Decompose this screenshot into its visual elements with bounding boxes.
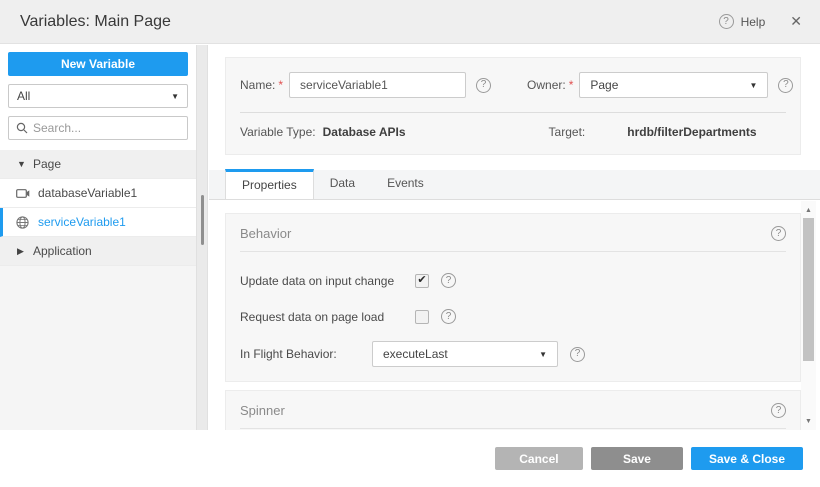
tab-data[interactable]: Data <box>314 169 371 199</box>
tree-item-label: databaseVariable1 <box>38 186 137 200</box>
tree-item-databaseVariable1[interactable]: databaseVariable1 <box>0 179 196 208</box>
content-scrollbar[interactable]: ▲ ▼ <box>801 201 816 430</box>
tab-properties[interactable]: Properties <box>225 169 314 199</box>
variable-tree: ▼ Page databaseVariable1 serviceVariable… <box>0 150 196 266</box>
tree-node-label: Page <box>33 157 61 171</box>
spinner-divider <box>240 428 786 429</box>
search-icon <box>16 122 28 134</box>
variable-editor: Name: * ? Owner: * Page ▼ ? Variable Typ… <box>209 45 820 430</box>
chevron-down-icon: ▼ <box>171 92 179 101</box>
sidebar-scrollbar[interactable] <box>196 45 208 430</box>
service-variable-icon <box>16 216 38 229</box>
target-value: hrdb/filterDepartments <box>627 125 756 139</box>
close-icon[interactable]: ✕ <box>790 13 802 30</box>
spinner-section: Spinner ? <box>225 390 801 430</box>
variable-filter-value: All <box>17 89 30 103</box>
behavior-help-icon[interactable]: ? <box>771 226 786 241</box>
request-data-help-icon[interactable]: ? <box>441 309 456 324</box>
database-variable-icon <box>16 188 38 199</box>
spinner-help-icon[interactable]: ? <box>771 403 786 418</box>
chevron-down-icon: ▼ <box>539 350 547 359</box>
in-flight-select[interactable]: executeLast ▼ <box>372 341 558 367</box>
dialog-header: Variables: Main Page ? Help ✕ <box>0 0 820 44</box>
owner-group: Owner: * Page ▼ <box>527 72 768 98</box>
request-data-label: Request data on page load <box>240 310 415 324</box>
search-input[interactable] <box>33 121 180 135</box>
spinner-section-header: Spinner ? <box>226 391 800 418</box>
scroll-down-icon[interactable]: ▼ <box>801 414 816 428</box>
cancel-button[interactable]: Cancel <box>495 447 583 470</box>
target-label: Target: <box>549 125 586 139</box>
variable-summary-card: Name: * ? Owner: * Page ▼ ? Variable Typ… <box>225 57 801 155</box>
update-data-checkbox[interactable]: ✔ <box>415 274 429 288</box>
scroll-up-icon[interactable]: ▲ <box>801 203 816 217</box>
tab-events[interactable]: Events <box>371 169 440 199</box>
in-flight-row: In Flight Behavior: executeLast ▼ ? <box>226 341 800 367</box>
chevron-down-icon: ▼ <box>749 81 757 90</box>
tree-item-label: serviceVariable1 <box>38 215 126 229</box>
caret-right-icon[interactable]: ▶ <box>17 246 33 257</box>
name-label: Name: <box>240 78 275 92</box>
name-owner-row: Name: * ? Owner: * Page ▼ ? <box>226 58 800 98</box>
owner-select[interactable]: Page ▼ <box>579 72 768 98</box>
variables-dialog: Variables: Main Page ? Help ✕ New Variab… <box>0 0 820 487</box>
behavior-section-header: Behavior ? <box>226 214 800 241</box>
update-data-help-icon[interactable]: ? <box>441 273 456 288</box>
content-scrollbar-thumb[interactable] <box>803 218 814 361</box>
spinner-section-title: Spinner <box>240 403 285 418</box>
behavior-divider <box>240 251 786 252</box>
request-data-checkbox[interactable]: ✔ <box>415 310 429 324</box>
owner-label: Owner: <box>527 78 566 92</box>
tree-node-application[interactable]: ▶ Application <box>0 237 196 266</box>
tree-node-page[interactable]: ▼ Page <box>0 150 196 179</box>
update-data-label: Update data on input change <box>240 274 415 288</box>
owner-value: Page <box>590 78 618 92</box>
type-target-row: Variable Type: Database APIs Target: hrd… <box>226 113 800 139</box>
check-icon: ✔ <box>417 275 426 286</box>
search-box <box>8 116 188 140</box>
in-flight-help-icon[interactable]: ? <box>570 347 585 362</box>
name-input[interactable] <box>289 72 466 98</box>
target-group: Target: hrdb/filterDepartments <box>549 125 757 139</box>
sidebar-filler <box>0 266 196 430</box>
new-variable-button[interactable]: New Variable <box>8 52 188 76</box>
editor-tabs: Properties Data Events <box>209 170 820 200</box>
dialog-footer: Cancel Save Save & Close <box>0 430 820 487</box>
help-icon[interactable]: ? <box>719 14 734 29</box>
in-flight-label: In Flight Behavior: <box>240 347 372 361</box>
update-data-row: Update data on input change ✔ ? <box>226 273 800 288</box>
variable-type-value: Database APIs <box>323 125 406 139</box>
name-help-icon[interactable]: ? <box>476 78 491 93</box>
tree-item-serviceVariable1[interactable]: serviceVariable1 <box>0 208 196 237</box>
variables-sidebar: New Variable All ▼ ▼ Page databaseVariab… <box>0 45 196 430</box>
sidebar-scrollbar-thumb[interactable] <box>201 195 204 245</box>
variable-filter-select[interactable]: All ▼ <box>8 84 188 108</box>
required-marker: * <box>569 78 574 92</box>
caret-down-icon[interactable]: ▼ <box>17 159 33 169</box>
save-close-button[interactable]: Save & Close <box>691 447 803 470</box>
header-actions: ? Help ✕ <box>719 13 802 30</box>
in-flight-value: executeLast <box>383 347 448 361</box>
request-data-row: Request data on page load ✔ ? <box>226 309 800 324</box>
sidebar-controls: New Variable All ▼ <box>0 45 196 150</box>
tree-node-label: Application <box>33 244 92 258</box>
properties-tab-panel: Behavior ? Update data on input change ✔… <box>209 201 820 430</box>
save-button[interactable]: Save <box>591 447 683 470</box>
variable-type-label: Variable Type: <box>240 125 316 139</box>
page-title: Variables: Main Page <box>20 13 171 31</box>
required-marker: * <box>278 78 283 92</box>
behavior-section-title: Behavior <box>240 226 291 241</box>
behavior-section: Behavior ? Update data on input change ✔… <box>225 213 801 382</box>
owner-help-icon[interactable]: ? <box>778 78 793 93</box>
help-link[interactable]: Help <box>741 15 766 29</box>
